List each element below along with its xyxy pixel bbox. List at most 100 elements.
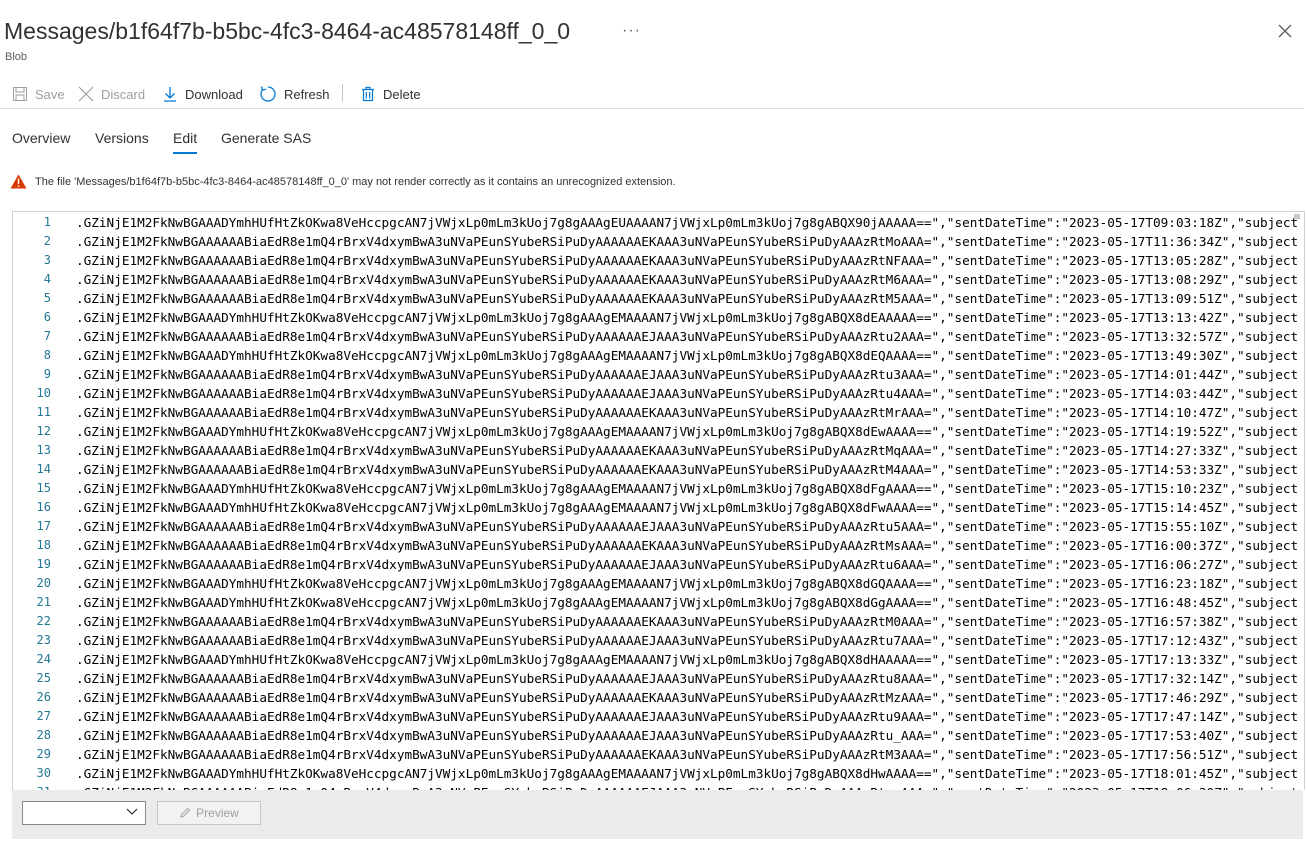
- line-number: 12: [36, 424, 51, 438]
- line-number: 9: [43, 367, 51, 381]
- tab-generate-sas[interactable]: Generate SAS: [221, 130, 311, 146]
- editor-line[interactable]: .GZiNjE1M2FkNwBGAAAAAABiaEdR8e1mQ4rBrxV4…: [76, 327, 1298, 346]
- pencil-icon: [180, 807, 191, 818]
- editor-line[interactable]: .GZiNjE1M2FkNwBGAAAAAABiaEdR8e1mQ4rBrxV4…: [76, 783, 1298, 790]
- line-number: 5: [43, 291, 51, 305]
- line-number: 19: [36, 557, 51, 571]
- line-number: 10: [36, 386, 51, 400]
- command-bar: Save Discard Download Refresh Delete: [0, 80, 1304, 109]
- editor-line[interactable]: .GZiNjE1M2FkNwBGAAADYmhHUfHtZkOKwa8VeHcc…: [76, 650, 1298, 669]
- editor-content[interactable]: .GZiNjE1M2FkNwBGAAADYmhHUfHtZkOKwa8VeHcc…: [76, 212, 1304, 790]
- unrecognized-extension-warning: The file 'Messages/b1f64f7b-b5bc-4fc3-84…: [10, 174, 676, 189]
- warning-text: The file 'Messages/b1f64f7b-b5bc-4fc3-84…: [35, 175, 676, 188]
- line-number: 18: [36, 538, 51, 552]
- line-number: 15: [36, 481, 51, 495]
- save-label: Save: [35, 86, 65, 102]
- editor-line[interactable]: .GZiNjE1M2FkNwBGAAAAAABiaEdR8e1mQ4rBrxV4…: [76, 289, 1298, 308]
- toolbar-divider: [342, 84, 343, 102]
- download-button[interactable]: Download: [162, 82, 243, 106]
- line-number: 13: [36, 443, 51, 457]
- preview-button[interactable]: Preview: [157, 801, 261, 825]
- trash-icon: [362, 86, 374, 102]
- line-number: 31: [37, 783, 51, 790]
- line-number-gutter: 1 2 3 4 5 6 7 8 9 10 11 12 13 14 15 16 17 18 19 20 21 22 23 24 2…: [13, 212, 71, 790]
- line-number: 24: [36, 652, 51, 666]
- editor-line[interactable]: .GZiNjE1M2FkNwBGAAADYmhHUfHtZkOKwa8VeHcc…: [76, 574, 1298, 593]
- editor-line[interactable]: .GZiNjE1M2FkNwBGAAADYmhHUfHtZkOKwa8VeHcc…: [76, 498, 1298, 517]
- blob-title: Messages/b1f64f7b-b5bc-4fc3-8464-ac48578…: [4, 18, 571, 44]
- discard-icon: [78, 86, 94, 102]
- line-number: 17: [36, 519, 51, 533]
- preview-label: Preview: [196, 806, 239, 820]
- editor-line[interactable]: .GZiNjE1M2FkNwBGAAAAAABiaEdR8e1mQ4rBrxV4…: [76, 460, 1298, 479]
- editor-line[interactable]: .GZiNjE1M2FkNwBGAAAAAABiaEdR8e1mQ4rBrxV4…: [76, 365, 1298, 384]
- download-label: Download: [185, 86, 243, 102]
- more-options-icon[interactable]: ···: [622, 22, 641, 40]
- editor-line[interactable]: .GZiNjE1M2FkNwBGAAADYmhHUfHtZkOKwa8VeHcc…: [76, 479, 1298, 498]
- editor-line[interactable]: .GZiNjE1M2FkNwBGAAAAAABiaEdR8e1mQ4rBrxV4…: [76, 726, 1298, 745]
- line-number: 21: [36, 595, 51, 609]
- save-button[interactable]: Save: [12, 82, 65, 106]
- editor-line[interactable]: .GZiNjE1M2FkNwBGAAADYmhHUfHtZkOKwa8VeHcc…: [76, 422, 1298, 441]
- delete-label: Delete: [383, 86, 421, 102]
- editor-line[interactable]: .GZiNjE1M2FkNwBGAAAAAABiaEdR8e1mQ4rBrxV4…: [76, 669, 1298, 688]
- line-number: 30: [36, 766, 51, 780]
- refresh-label: Refresh: [284, 86, 330, 102]
- editor-line[interactable]: .GZiNjE1M2FkNwBGAAAAAABiaEdR8e1mQ4rBrxV4…: [76, 707, 1298, 726]
- line-number: 7: [43, 329, 51, 343]
- editor-line[interactable]: .GZiNjE1M2FkNwBGAAAAAABiaEdR8e1mQ4rBrxV4…: [76, 403, 1298, 422]
- chevron-down-icon: [126, 808, 138, 815]
- format-dropdown[interactable]: [22, 801, 146, 825]
- line-number: 28: [36, 728, 51, 742]
- editor-footer: Preview: [12, 790, 1303, 839]
- editor-line[interactable]: .GZiNjE1M2FkNwBGAAAAAABiaEdR8e1mQ4rBrxV4…: [76, 688, 1298, 707]
- code-editor[interactable]: 1 2 3 4 5 6 7 8 9 10 11 12 13 14 15 16 17 18 19 20 21 22 23 24 2…: [12, 211, 1305, 790]
- tab-overview[interactable]: Overview: [12, 130, 70, 146]
- editor-line[interactable]: .GZiNjE1M2FkNwBGAAAAAABiaEdR8e1mQ4rBrxV4…: [76, 555, 1298, 574]
- line-number: 3: [43, 253, 51, 267]
- editor-line[interactable]: .GZiNjE1M2FkNwBGAAAAAABiaEdR8e1mQ4rBrxV4…: [76, 612, 1298, 631]
- tab-edit[interactable]: Edit: [173, 130, 197, 146]
- warning-icon: [10, 174, 27, 189]
- editor-line[interactable]: .GZiNjE1M2FkNwBGAAAAAABiaEdR8e1mQ4rBrxV4…: [76, 631, 1298, 650]
- line-number: 1: [43, 215, 51, 229]
- line-number: 29: [36, 747, 51, 761]
- discard-button[interactable]: Discard: [78, 82, 145, 106]
- editor-line[interactable]: .GZiNjE1M2FkNwBGAAAAAABiaEdR8e1mQ4rBrxV4…: [76, 536, 1298, 555]
- editor-line[interactable]: .GZiNjE1M2FkNwBGAAADYmhHUfHtZkOKwa8VeHcc…: [76, 764, 1298, 783]
- line-number: 23: [36, 633, 51, 647]
- editor-line[interactable]: .GZiNjE1M2FkNwBGAAAAAABiaEdR8e1mQ4rBrxV4…: [76, 441, 1298, 460]
- line-number: 16: [36, 500, 51, 514]
- blob-subtitle: Blob: [5, 51, 28, 63]
- tab-versions[interactable]: Versions: [95, 130, 149, 146]
- delete-button[interactable]: Delete: [360, 82, 421, 106]
- save-icon: [13, 87, 27, 101]
- editor-line[interactable]: .GZiNjE1M2FkNwBGAAAAAABiaEdR8e1mQ4rBrxV4…: [76, 517, 1298, 536]
- editor-line[interactable]: .GZiNjE1M2FkNwBGAAADYmhHUfHtZkOKwa8VeHcc…: [76, 308, 1298, 327]
- refresh-icon: [260, 86, 276, 102]
- editor-line[interactable]: .GZiNjE1M2FkNwBGAAAAAABiaEdR8e1mQ4rBrxV4…: [76, 270, 1298, 289]
- download-icon: [164, 87, 176, 102]
- line-number: 14: [36, 462, 51, 476]
- editor-line[interactable]: .GZiNjE1M2FkNwBGAAADYmhHUfHtZkOKwa8VeHcc…: [76, 593, 1298, 612]
- line-number: 22: [36, 614, 51, 628]
- editor-line[interactable]: .GZiNjE1M2FkNwBGAAADYmhHUfHtZkOKwa8VeHcc…: [76, 213, 1298, 232]
- editor-line[interactable]: .GZiNjE1M2FkNwBGAAAAAABiaEdR8e1mQ4rBrxV4…: [76, 251, 1298, 270]
- discard-label: Discard: [101, 86, 146, 102]
- editor-line[interactable]: .GZiNjE1M2FkNwBGAAADYmhHUfHtZkOKwa8VeHcc…: [76, 346, 1298, 365]
- line-number: 20: [36, 576, 51, 590]
- refresh-button[interactable]: Refresh: [259, 82, 330, 106]
- scrollbar-marker[interactable]: [1294, 214, 1300, 219]
- editor-line[interactable]: .GZiNjE1M2FkNwBGAAAAAABiaEdR8e1mQ4rBrxV4…: [76, 232, 1298, 251]
- editor-line[interactable]: .GZiNjE1M2FkNwBGAAAAAABiaEdR8e1mQ4rBrxV4…: [76, 384, 1298, 403]
- close-icon[interactable]: [1278, 24, 1298, 44]
- line-number: 8: [43, 348, 51, 362]
- line-number: 25: [36, 671, 51, 685]
- editor-line[interactable]: .GZiNjE1M2FkNwBGAAAAAABiaEdR8e1mQ4rBrxV4…: [76, 745, 1298, 764]
- line-number: 2: [43, 234, 51, 248]
- active-tab-indicator: [173, 152, 197, 154]
- line-number: 27: [36, 709, 51, 723]
- line-number: 11: [36, 405, 51, 419]
- line-number: 4: [43, 272, 51, 286]
- line-number: 6: [43, 310, 51, 324]
